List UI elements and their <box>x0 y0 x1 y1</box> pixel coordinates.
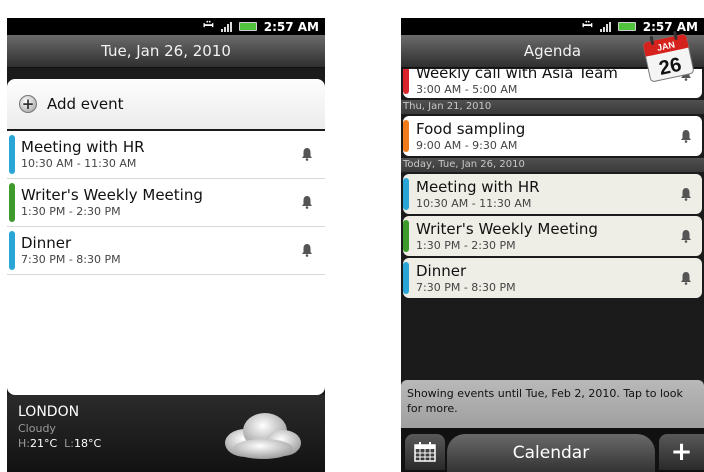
event-color-bar <box>9 231 15 270</box>
cloud-icon <box>225 413 301 459</box>
event-color-bar <box>9 183 15 222</box>
battery-icon <box>238 22 257 31</box>
today-events: Meeting with HR 10:30 AM - 11:30 AM Writ… <box>401 174 704 298</box>
bell-icon <box>681 188 691 201</box>
agenda-screen: ꟷ̈ 2:57 AM Agenda JAN 26 Weekly call wit… <box>401 18 704 472</box>
agenda-list: Weekly call with Asia Team 3:00 AM - 5:0… <box>401 69 704 380</box>
list-item[interactable]: Dinner 7:30 PM - 8:30 PM <box>403 258 702 298</box>
battery-icon <box>617 22 636 31</box>
list-item[interactable]: Meeting with HR 10:30 AM - 11:30 AM <box>7 131 325 179</box>
list-item[interactable]: Food sampling 9:00 AM - 9:30 AM <box>403 116 702 156</box>
event-title: Dinner <box>21 234 72 252</box>
add-event-button[interactable]: + Add event <box>7 79 325 129</box>
status-bar: ꟷ̈ 2:57 AM <box>7 18 325 35</box>
show-more-events[interactable]: Showing events until Tue, Feb 2, 2010. T… <box>401 380 704 428</box>
event-title: Meeting with HR <box>416 178 540 196</box>
event-title: Meeting with HR <box>21 138 145 156</box>
month-view-button[interactable] <box>405 434 445 470</box>
signal-icon <box>599 21 611 32</box>
calendar-day: 26 <box>657 54 683 80</box>
event-color-bar <box>403 120 409 152</box>
usb-icon: ꟷ̈ <box>582 19 593 34</box>
event-color-bar <box>403 178 409 210</box>
event-color-bar <box>9 135 15 174</box>
day-view-screen: ꟷ̈ 2:57 AM Tue, Jan 26, 2010 + Add event… <box>7 18 325 472</box>
event-time: 7:30 PM - 8:30 PM <box>21 253 121 266</box>
event-time: 10:30 AM - 11:30 AM <box>21 157 137 170</box>
day-header-today: Today, Tue, Jan 26, 2010 <box>401 158 704 172</box>
date-title: Tue, Jan 26, 2010 <box>7 35 325 68</box>
event-title: Writer's Weekly Meeting <box>416 220 598 238</box>
bell-icon <box>681 130 691 143</box>
event-title: Dinner <box>416 262 467 280</box>
plus-icon: + <box>19 95 37 113</box>
low-temp: 18°C <box>74 437 102 450</box>
event-time: 10:30 AM - 11:30 AM <box>416 197 532 210</box>
weather-widget[interactable]: LONDON Cloudy H:21°C L:18°C <box>7 395 325 472</box>
list-item[interactable]: Writer's Weekly Meeting 1:30 PM - 2:30 P… <box>403 216 702 256</box>
calendar-page-icon: JAN 26 <box>642 31 694 82</box>
high-temp: 21°C <box>29 437 58 450</box>
low-label: L: <box>64 437 75 450</box>
event-time: 1:30 PM - 2:30 PM <box>21 205 121 218</box>
day-header: Thu, Jan 21, 2010 <box>401 100 704 114</box>
event-title: Food sampling <box>416 120 526 138</box>
calendar-grid-icon <box>414 442 436 462</box>
status-time: 2:57 AM <box>263 19 319 34</box>
add-event-label: Add event <box>47 95 124 113</box>
event-color-bar <box>403 220 409 252</box>
event-time: 9:00 AM - 9:30 AM <box>416 139 518 152</box>
list-item[interactable]: Meeting with HR 10:30 AM - 11:30 AM <box>403 174 702 214</box>
signal-icon <box>220 21 232 32</box>
high-label: H: <box>18 437 30 450</box>
event-time: 3:00 AM - 5:00 AM <box>416 83 518 96</box>
list-item[interactable]: Writer's Weekly Meeting 1:30 PM - 2:30 P… <box>7 179 325 227</box>
event-color-bar <box>403 262 409 294</box>
bell-icon <box>681 230 691 243</box>
event-time: 1:30 PM - 2:30 PM <box>416 239 516 252</box>
calendar-button[interactable]: Calendar <box>447 434 655 472</box>
event-title: Writer's Weekly Meeting <box>21 186 203 204</box>
event-list: Meeting with HR 10:30 AM - 11:30 AM Writ… <box>7 131 325 395</box>
list-item[interactable]: Dinner 7:30 PM - 8:30 PM <box>7 227 325 275</box>
bottom-toolbar: Calendar + <box>401 428 704 472</box>
event-color-bar <box>403 69 409 94</box>
bell-icon <box>302 244 312 257</box>
usb-icon: ꟷ̈ <box>203 19 214 34</box>
bell-icon <box>302 196 312 209</box>
bell-icon <box>681 272 691 285</box>
event-time: 7:30 PM - 8:30 PM <box>416 281 516 294</box>
bell-icon <box>302 148 312 161</box>
add-event-button[interactable]: + <box>659 434 704 470</box>
